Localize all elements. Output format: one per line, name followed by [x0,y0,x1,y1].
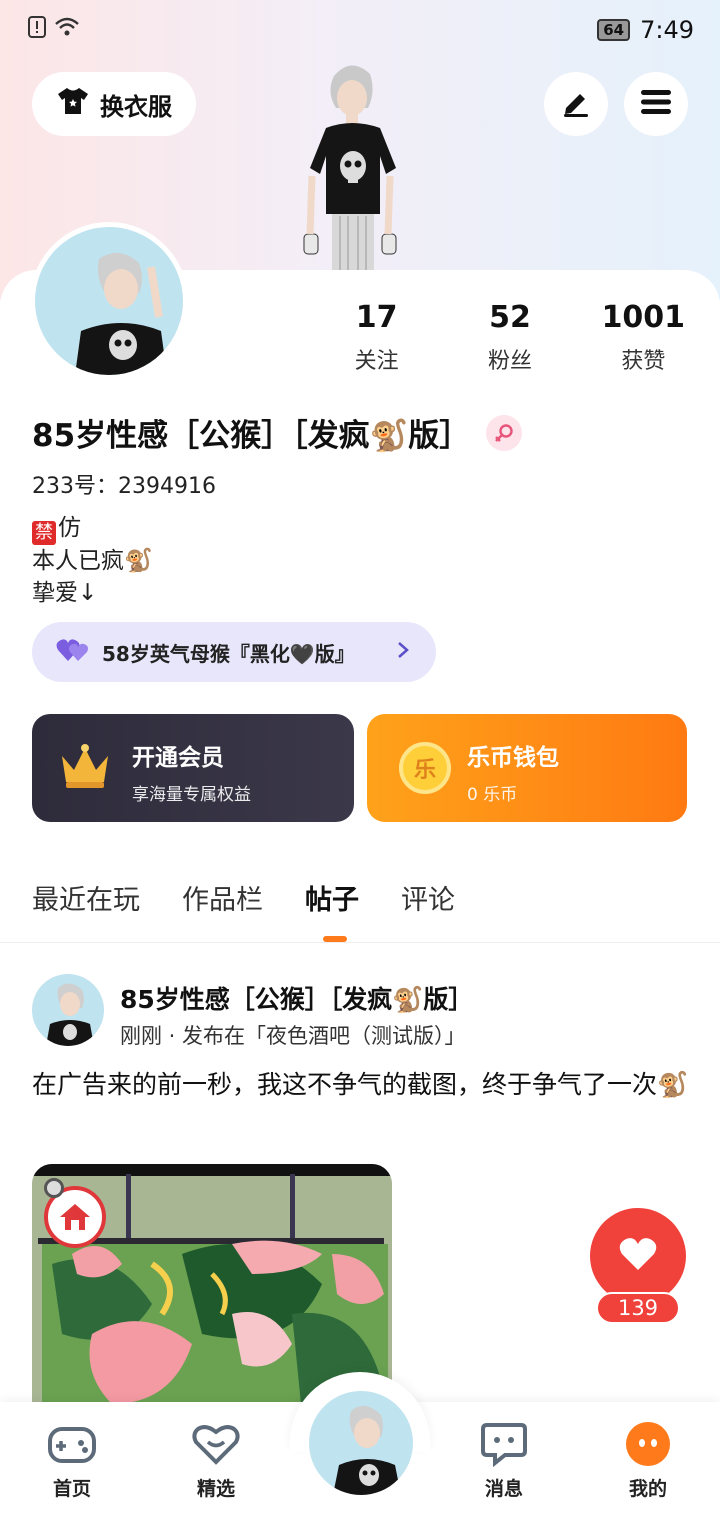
tab-posts[interactable]: 帖子 [305,878,359,942]
tab-comments[interactable]: 评论 [401,878,455,917]
nav-home[interactable]: 首页 [22,1420,122,1501]
change-outfit-button[interactable]: 换衣服 [32,72,196,136]
post-author-name[interactable]: 85岁性感［公猴］［发疯🐒版］ [120,980,473,1016]
username: 85岁性感［公猴］［发疯🐒版］ [32,418,471,454]
change-outfit-label: 换衣服 [100,92,172,121]
status-bar: 64 7:49 [0,0,720,60]
stat-label: 获赞 [621,349,666,374]
gamepad-icon [22,1420,122,1468]
double-heart-icon [56,637,90,668]
bio-line: 挚爱↓ [32,580,98,606]
tshirt-icon [56,86,90,122]
location-pin-icon [44,1178,64,1198]
stat-value: 17 [355,300,398,335]
vip-title: 开通会员 [132,745,224,771]
profile-face-icon [598,1420,698,1468]
wallet-balance: 0 乐币 [467,785,518,805]
stat-followers[interactable]: 52 粉丝 [443,300,576,375]
nav-messages[interactable]: 消息 [454,1420,554,1501]
edit-profile-button[interactable] [544,72,608,136]
avatar-3d-figure[interactable] [296,58,406,274]
coin-icon: 乐 [399,742,451,794]
nav-label: 消息 [484,1478,523,1500]
menu-button[interactable] [624,72,688,136]
bio: 禁仿 本人已疯🐒 挚爱↓ [32,512,153,609]
profile-tabs: 最近在玩 作品栏 帖子 评论 [32,878,455,942]
sim-alert-icon [28,16,46,42]
user-id: 233号：2394916 [32,474,216,499]
hamburger-menu-icon [640,88,672,120]
bio-line: 仿 [58,515,81,541]
ban-badge: 禁 [32,521,56,545]
stat-value: 52 [489,300,531,335]
nav-featured[interactable]: 精选 [166,1420,266,1501]
wallet-card[interactable]: 乐 乐币钱包 0 乐币 [367,714,687,822]
like-button[interactable] [590,1208,686,1304]
bio-line: 本人已疯🐒 [32,548,153,574]
tabs-divider [0,942,720,943]
stat-likes[interactable]: 1001 获赞 [577,300,710,375]
crown-icon [58,744,112,794]
heart-chat-icon [166,1420,266,1468]
post-text[interactable]: 在广告来的前一秒，我这不争气的截图，终于争气了一次🐒 [32,1066,692,1104]
pinned-friend-chip[interactable]: 58岁英气母猴『黑化🖤版』 [32,622,436,682]
like-count: 139 [596,1292,680,1324]
stat-label: 关注 [354,349,399,374]
nav-me[interactable]: 我的 [598,1420,698,1501]
nav-label: 首页 [52,1478,91,1500]
stat-label: 粉丝 [487,349,532,374]
post-meta[interactable]: 刚刚 · 发布在「夜色酒吧（测试版）」 [120,1020,466,1050]
stat-value: 1001 [601,300,686,335]
nav-label: 我的 [628,1478,667,1500]
profile-stats: 17 关注 52 粉丝 1001 获赞 [310,300,710,375]
nav-label: 精选 [196,1478,235,1500]
username-row: 85岁性感［公猴］［发疯🐒版］ [32,410,523,455]
wifi-icon [54,16,80,42]
battery-indicator: 64 [597,19,631,41]
profile-avatar[interactable] [30,222,188,380]
tab-works[interactable]: 作品栏 [182,878,263,917]
nav-center-avatar[interactable] [306,1388,416,1498]
heart-icon [618,1236,658,1276]
message-icon [454,1420,554,1468]
female-gender-icon [486,414,523,451]
chevron-right-icon [396,638,410,666]
pen-icon [560,86,592,122]
vip-subtitle: 享海量专属权益 [132,785,251,805]
vip-membership-card[interactable]: 开通会员 享海量专属权益 [32,714,354,822]
post-author-avatar[interactable] [32,974,104,1046]
stat-following[interactable]: 17 关注 [310,300,443,375]
status-time: 7:49 [640,16,694,44]
coin-label: 乐 [413,758,436,783]
tab-recent-played[interactable]: 最近在玩 [32,878,140,917]
wallet-title: 乐币钱包 [467,745,559,771]
pinned-friend-name: 58岁英气母猴『黑化🖤版』 [102,641,355,666]
